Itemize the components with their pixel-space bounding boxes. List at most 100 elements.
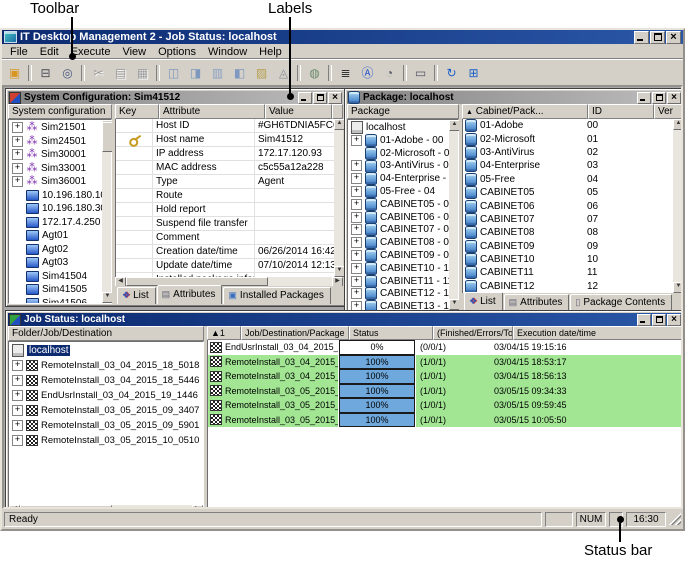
scroll-thumb[interactable] <box>20 505 112 509</box>
print-preview-button[interactable]: ◎ <box>57 63 78 82</box>
tab[interactable]: Installed Packages <box>223 287 330 304</box>
expand-icon[interactable] <box>12 136 23 147</box>
tree-item[interactable]: 01-Adobe - 00 <box>348 134 449 147</box>
expand-icon[interactable] <box>351 212 362 223</box>
expand-icon[interactable] <box>351 237 362 248</box>
package-a-button[interactable]: Ⓐ <box>357 63 378 82</box>
column-header-key[interactable]: Key <box>115 104 159 119</box>
expand-icon[interactable] <box>351 173 362 184</box>
attribute-row[interactable]: Type Agent <box>116 175 334 189</box>
expand-icon[interactable] <box>12 390 23 401</box>
tree-item[interactable]: CABINET06 - 06 <box>348 211 449 224</box>
column-header-attribute[interactable]: Attribute <box>159 104 265 119</box>
attribute-row[interactable]: IP address 172.17.120.93 <box>116 147 334 161</box>
job-row[interactable]: RemoteInstall_03_05_2015_09_3407 100% (1… <box>208 384 682 399</box>
copy-button[interactable]: ▤ <box>110 63 131 82</box>
attribute-row[interactable]: Suspend file transfer <box>116 217 334 231</box>
expand-icon[interactable] <box>351 199 362 210</box>
globe-button[interactable]: ◔ <box>379 63 400 82</box>
expand-icon[interactable] <box>351 135 362 146</box>
tab[interactable]: Package Contents <box>570 294 672 311</box>
attribute-row[interactable]: Comment <box>116 231 334 245</box>
tree-item[interactable]: Agt01 <box>9 229 102 243</box>
vertical-scrollbar[interactable]: ▲ ▼ <box>334 119 343 277</box>
tree-item-root[interactable]: localhost <box>348 121 449 134</box>
column-header-cabinet[interactable]: ▲ Cabinet/Pack... <box>462 104 588 119</box>
expand-icon[interactable] <box>12 435 23 446</box>
tree-item[interactable]: Sim41506 <box>9 297 102 304</box>
package-box-button[interactable]: ◧ <box>229 63 250 82</box>
vertical-scrollbar[interactable]: ▲ ▼ <box>102 120 111 303</box>
tree-item[interactable]: 10.196.180.100 <box>9 189 102 203</box>
vertical-scrollbar[interactable]: ▲ ▼ <box>673 119 682 293</box>
tree-item[interactable]: Sim41504 <box>9 270 102 284</box>
tree-item[interactable]: Sim41505 <box>9 283 102 297</box>
maximize-button[interactable] <box>313 92 327 104</box>
scroll-left-icon[interactable]: ◀ <box>9 505 20 509</box>
column-header-exec[interactable]: Execution date/time <box>513 326 682 340</box>
tab[interactable]: List <box>464 292 503 311</box>
minimize-button[interactable] <box>637 314 651 326</box>
expand-icon[interactable] <box>12 176 23 187</box>
tree-item[interactable]: 02-Microsoft - 01 <box>348 147 449 160</box>
expand-icon[interactable] <box>12 420 23 431</box>
attribute-row[interactable]: Update date/time 07/10/2014 12:13:23 <box>116 259 334 273</box>
tree-item[interactable]: CABINET05 - 05 <box>348 198 449 211</box>
refresh-button[interactable]: ↻ <box>441 63 462 82</box>
expand-icon[interactable] <box>12 375 23 386</box>
package-row[interactable]: 03-AntiVirus 02 <box>463 146 673 159</box>
menu-item[interactable]: Options <box>152 45 202 59</box>
grid-button[interactable]: ⊞ <box>463 63 484 82</box>
column-header-value[interactable]: Value <box>265 104 332 119</box>
window-button[interactable]: ▭ <box>410 63 431 82</box>
tree-item[interactable]: Agt02 <box>9 243 102 257</box>
tree-item[interactable]: CABINET08 - 08 <box>348 236 449 249</box>
attribute-row[interactable]: Host ID #GH6TDNIA5FC641DTL4TV0 <box>116 119 334 133</box>
tree-item[interactable]: EndUsrInstall_03_04_2015_19_1446 <box>9 388 203 403</box>
package-row[interactable]: CABINET07 07 <box>463 213 673 226</box>
tree-item-root[interactable]: localhost <box>9 343 203 358</box>
menu-item[interactable]: Edit <box>34 45 65 59</box>
column-header-status[interactable]: Status <box>349 326 433 340</box>
new-button[interactable]: ▣ <box>4 63 25 82</box>
expand-icon[interactable] <box>351 186 362 197</box>
horizontal-scrollbar[interactable]: ◀ ▶ <box>115 277 343 286</box>
expand-icon[interactable] <box>351 301 362 310</box>
column-header-job[interactable]: Job/Destination/Package <box>241 326 349 340</box>
expand-icon[interactable] <box>351 160 362 171</box>
tree-item[interactable]: CABINET11 - 11 <box>348 275 449 288</box>
close-button[interactable] <box>666 31 681 44</box>
package-create-button[interactable]: ◫ <box>163 63 184 82</box>
expand-icon[interactable] <box>12 149 23 160</box>
attribute-row[interactable]: Creation date/time 06/26/2014 16:42:19 <box>116 245 334 259</box>
cut-button[interactable]: ✂ <box>88 63 109 82</box>
tree-item[interactable]: RemoteInstall_03_05_2015_09_3407 <box>9 403 203 418</box>
package-row[interactable]: CABINET09 09 <box>463 240 673 253</box>
tree-item[interactable]: 03-AntiVirus - 02 <box>348 160 449 173</box>
expand-icon[interactable] <box>12 360 23 371</box>
column-header-id[interactable]: ID <box>588 104 654 119</box>
menu-item[interactable]: Help <box>253 45 288 59</box>
expand-icon[interactable] <box>351 288 362 299</box>
column-header-ver[interactable]: Ver <box>654 104 682 119</box>
job-row[interactable]: RemoteInstall_03_04_2015_18_5446 100% (1… <box>208 369 682 384</box>
package-row[interactable]: CABINET12 12 <box>463 280 673 293</box>
job-create-button[interactable]: ▨ <box>251 63 272 82</box>
tree-item[interactable]: RemoteInstall_03_05_2015_09_5901 <box>9 418 203 433</box>
tab[interactable]: Attributes <box>504 294 570 311</box>
package-row[interactable]: 02-Microsoft 01 <box>463 132 673 145</box>
tree-item[interactable]: RemoteInstall_03_05_2015_10_0510 <box>9 433 203 448</box>
close-button[interactable] <box>667 314 681 326</box>
expand-icon[interactable] <box>351 224 362 235</box>
tree-item[interactable]: RemoteInstall_03_04_2015_18_5018 <box>9 358 203 373</box>
maximize-button[interactable] <box>652 314 666 326</box>
job-row[interactable]: RemoteInstall_03_05_2015_10_0510 100% (1… <box>208 413 682 428</box>
tab[interactable]: List <box>117 287 156 304</box>
title-bar[interactable]: IT Desktop Management 2 - Job Status: lo… <box>2 30 683 44</box>
menu-item[interactable]: View <box>116 45 152 59</box>
menu-item[interactable]: Window <box>202 45 253 59</box>
scroll-right-icon[interactable]: ▶ <box>192 505 203 509</box>
minimize-button[interactable] <box>637 92 651 104</box>
package-title-bar[interactable]: Package: localhost <box>347 91 682 104</box>
tree-item[interactable]: Agt03 <box>9 256 102 270</box>
